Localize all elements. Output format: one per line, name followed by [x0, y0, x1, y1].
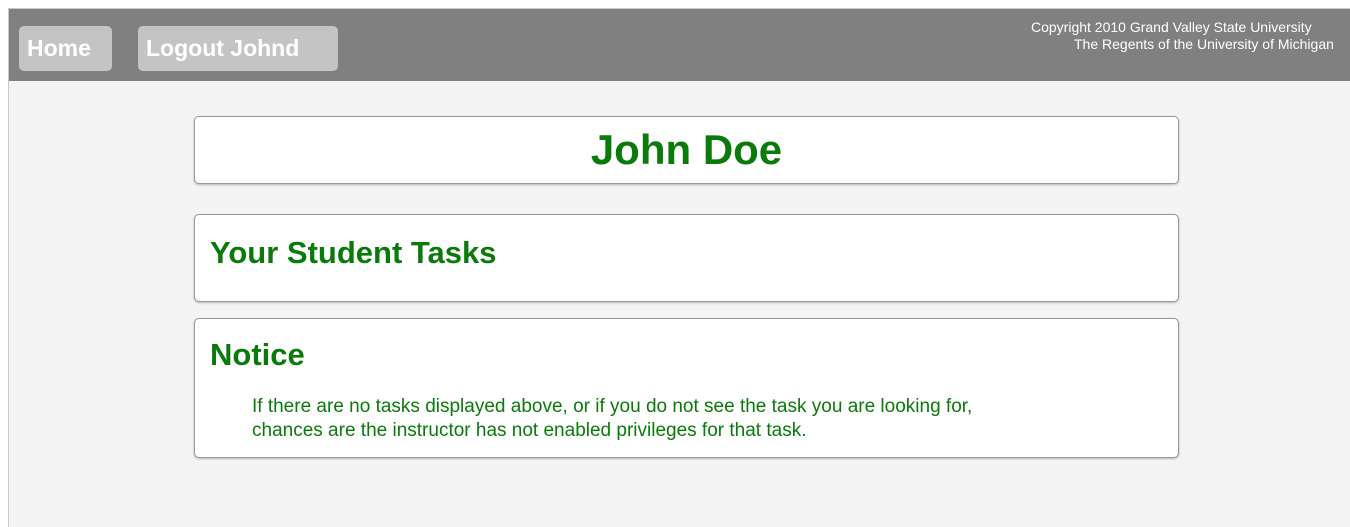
user-name-heading: John Doe [590, 126, 783, 173]
notice-line-2: chances are the instructor has not enabl… [252, 420, 807, 441]
logout-button[interactable]: Logout Johnd [138, 26, 338, 71]
notice-line-1: If there are no tasks displayed above, o… [252, 396, 973, 417]
copyright-line-2: The Regents of the University of Michiga… [1074, 36, 1334, 52]
copyright-line-1: Copyright 2010 Grand Valley State Univer… [1031, 19, 1312, 35]
notice-panel: Notice If there are no tasks displayed a… [194, 318, 1179, 458]
student-tasks-panel: Your Student Tasks [194, 214, 1179, 302]
profile-name-panel: John Doe [194, 116, 1179, 184]
page-frame: Home Logout Johnd Copyright 2010 Grand V… [8, 8, 1350, 527]
notice-message: If there are no tasks displayed above, o… [252, 395, 1152, 443]
student-tasks-heading: Your Student Tasks [210, 235, 497, 270]
top-bar: Home Logout Johnd Copyright 2010 Grand V… [9, 9, 1350, 81]
notice-heading: Notice [210, 337, 305, 372]
home-button[interactable]: Home [19, 26, 112, 71]
